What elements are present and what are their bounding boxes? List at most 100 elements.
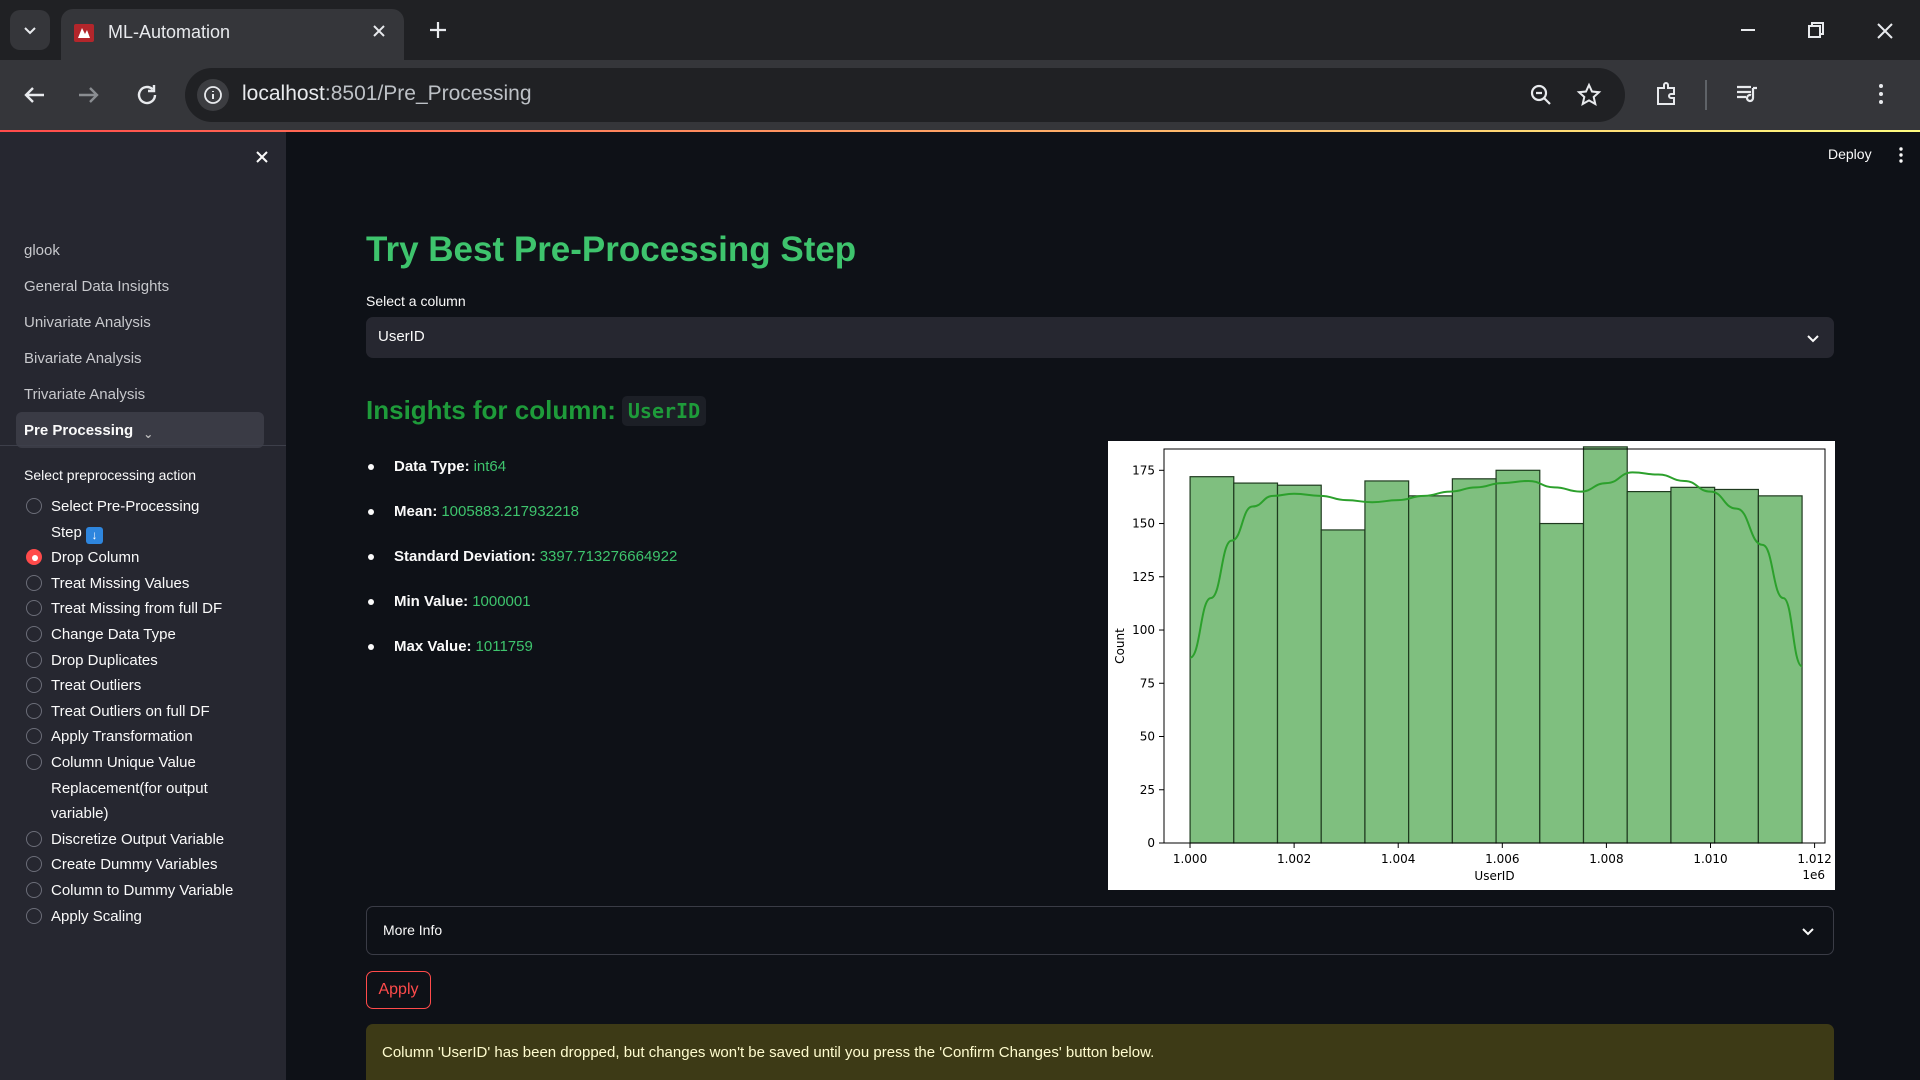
list-item: Min Value: 1000001 xyxy=(366,579,1066,624)
radio-option[interactable]: Select Pre-Processing Step ↓ xyxy=(26,494,276,545)
restore-icon[interactable] xyxy=(1801,16,1831,46)
stat-value: 1011759 xyxy=(475,638,533,655)
browser-menu-icon[interactable] xyxy=(1866,79,1896,109)
radio-option[interactable]: Apply Scaling xyxy=(26,904,276,930)
sidebar-close-icon[interactable] xyxy=(251,146,273,168)
minimize-icon[interactable] xyxy=(1733,16,1763,46)
radio-button[interactable] xyxy=(26,907,42,924)
sidebar-item-bivariate-analysis[interactable]: Bivariate Analysis xyxy=(16,340,264,376)
radio-button[interactable] xyxy=(26,498,42,514)
stat-key: Max Value: xyxy=(394,638,472,655)
radio-option-label: Apply Transformation xyxy=(51,728,193,746)
histogram-bar xyxy=(1495,469,1541,844)
bookmark-star-icon[interactable] xyxy=(1575,81,1603,109)
forward-arrow-icon[interactable] xyxy=(73,79,105,111)
stat-key: Mean: xyxy=(394,503,438,520)
warning-alert: Column 'UserID' has been dropped, but ch… xyxy=(366,1024,1834,1080)
sidebar-divider xyxy=(0,445,286,446)
radio-button[interactable] xyxy=(26,549,42,566)
stat-key: Standard Deviation: xyxy=(394,548,536,565)
expander-label: More Info xyxy=(383,922,443,938)
y-tick-label: 175 xyxy=(1132,463,1155,477)
radio-button[interactable] xyxy=(26,702,42,719)
radio-button[interactable] xyxy=(26,856,42,873)
new-tab-icon[interactable] xyxy=(424,16,452,44)
apply-button[interactable]: Apply xyxy=(366,971,431,1009)
radio-option[interactable]: Apply Transformation xyxy=(26,724,276,750)
zoom-icon[interactable] xyxy=(1527,81,1555,109)
radio-option-label: Apply Scaling xyxy=(51,907,142,925)
x-tick-label: 1.002 xyxy=(1277,852,1311,866)
stat-key: Min Value: xyxy=(394,593,469,610)
list-item: Max Value: 1011759 xyxy=(366,624,1066,669)
browser-tabbar: ML-Automation xyxy=(0,0,1920,60)
page-title: Try Best Pre-Processing Step xyxy=(366,230,857,269)
address-bar[interactable]: localhost:8501/Pre_Processing xyxy=(185,68,1625,122)
radio-option[interactable]: Discretize Output Variable xyxy=(26,827,276,853)
warning-text: Column 'UserID' has been dropped, but ch… xyxy=(382,1044,1155,1061)
histogram-svg: 0 25 50 75 100 125 150 175 1.000 1.002 1.004 1.006 1… xyxy=(1113,446,1832,883)
tab-close-icon[interactable] xyxy=(368,20,390,42)
sidebar-item-glook[interactable]: glook xyxy=(16,232,264,268)
radio-option-label: Discretize Output Variable xyxy=(51,830,225,848)
sidebar-item-label: Pre Processing xyxy=(24,421,134,439)
y-tick-label: 75 xyxy=(1140,676,1155,690)
media-queue-icon[interactable] xyxy=(1732,79,1762,109)
sidebar: glook General Data Insights Univariate A… xyxy=(0,132,286,1080)
radio-button[interactable] xyxy=(26,753,42,770)
column-select[interactable]: UserID xyxy=(366,317,1834,358)
sidebar-item-label: General Data Insights xyxy=(24,277,170,295)
sidebar-item-trivariate-analysis[interactable]: Trivariate Analysis xyxy=(16,376,264,412)
deploy-button[interactable]: Deploy xyxy=(1828,146,1872,162)
radio-option[interactable]: Drop Column xyxy=(26,545,276,571)
more-info-expander[interactable]: More Info xyxy=(366,906,1834,955)
radio-button[interactable] xyxy=(26,830,42,847)
sidebar-item-pre-processing[interactable]: Pre Processing ⌄ xyxy=(16,412,264,448)
insights-heading: Insights for column: UserID xyxy=(366,395,707,426)
extensions-icon[interactable] xyxy=(1651,79,1681,109)
radio-option-label: Treat Outliers xyxy=(51,677,142,695)
chevron-down-icon: ⌄ xyxy=(143,427,154,441)
radio-option-label: Treat Outliers on full DF xyxy=(51,702,210,720)
y-tick-label: 150 xyxy=(1132,517,1155,531)
radio-option[interactable]: Treat Missing Values xyxy=(26,571,276,597)
histogram-bar xyxy=(1276,484,1322,844)
close-window-icon[interactable] xyxy=(1870,16,1900,46)
radio-option[interactable]: Treat Outliers on full DF xyxy=(26,699,276,725)
radio-button[interactable] xyxy=(26,728,42,745)
radio-option-label: Column Unique Value Replacement(for outp… xyxy=(51,753,208,823)
url-text[interactable]: localhost:8501/Pre_Processing xyxy=(242,82,532,106)
sidebar-item-univariate-analysis[interactable]: Univariate Analysis xyxy=(16,304,264,340)
radio-button[interactable] xyxy=(26,881,42,898)
sidebar-item-label: glook xyxy=(24,241,60,259)
bullet xyxy=(368,508,374,515)
tab-search-button[interactable] xyxy=(10,10,50,50)
y-tick-label: 100 xyxy=(1132,623,1155,637)
bullet xyxy=(368,598,374,605)
radio-option[interactable]: Drop Duplicates xyxy=(26,648,276,674)
radio-button[interactable] xyxy=(26,677,42,694)
x-tick-label: 1.000 xyxy=(1173,852,1207,866)
radio-option[interactable]: Treat Outliers xyxy=(26,673,276,699)
browser-tab[interactable]: ML-Automation xyxy=(61,9,404,60)
radio-option[interactable]: Create Dummy Variables xyxy=(26,852,276,878)
column-select-value: UserID xyxy=(378,328,425,345)
radio-option[interactable]: Change Data Type xyxy=(26,622,276,648)
app-menu-icon[interactable] xyxy=(1894,146,1908,164)
radio-option[interactable]: Treat Missing from full DF xyxy=(26,596,276,622)
back-arrow-icon[interactable] xyxy=(18,79,50,111)
radio-button[interactable] xyxy=(26,600,42,617)
radio-button[interactable] xyxy=(26,625,42,642)
sidebar-item-general-data-insights[interactable]: General Data Insights xyxy=(16,268,264,304)
radio-option[interactable]: Column Unique Value Replacement(for outp… xyxy=(26,750,276,827)
radio-option[interactable]: Column to Dummy Variable xyxy=(26,878,276,904)
histogram-bar xyxy=(1670,486,1716,844)
reload-icon[interactable] xyxy=(131,79,163,111)
site-info-icon[interactable] xyxy=(197,79,229,111)
radio-option-text: Select Pre-Processing Step xyxy=(51,498,200,541)
bullet xyxy=(368,553,374,560)
radio-button[interactable] xyxy=(26,651,42,668)
histogram-bar xyxy=(1451,478,1497,844)
preprocessing-radio-group: Select Pre-Processing Step ↓ Drop Column T… xyxy=(26,494,276,929)
radio-button[interactable] xyxy=(26,574,42,591)
